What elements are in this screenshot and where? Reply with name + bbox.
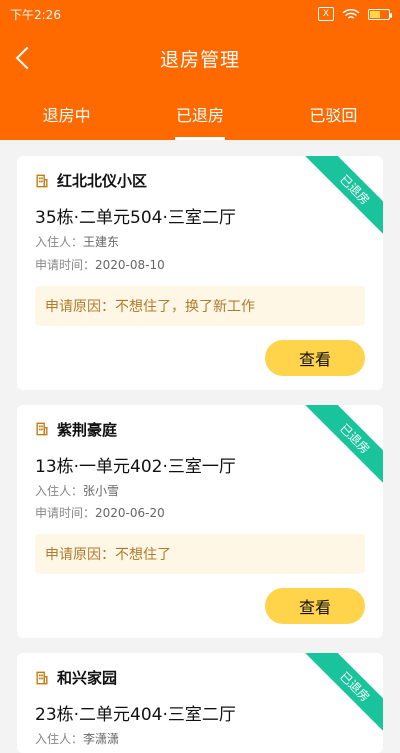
occupant-label: 入住人： bbox=[35, 235, 84, 249]
complex-name: 和兴家园 bbox=[57, 669, 118, 688]
occupant-line: 入住人：张小雪 bbox=[35, 483, 365, 500]
page-title: 退房管理 bbox=[159, 48, 240, 71]
room-info: 23栋·二单元404·三室二厅 bbox=[35, 705, 236, 726]
top-bar: 下午2:26 X 退房管理 退房中 已退房 已驳回 bbox=[0, 0, 400, 140]
complex-name: 紫荆豪庭 bbox=[57, 420, 118, 439]
apply-time-label: 申请时间： bbox=[35, 506, 96, 521]
card-header: 红北北仪小区 bbox=[35, 170, 365, 191]
apply-time-label: 申请时间： bbox=[35, 257, 96, 272]
apply-time-line: 申请时间：2020-06-20 bbox=[35, 505, 365, 522]
reason-text: 不想住了 bbox=[115, 547, 171, 564]
building-icon bbox=[36, 174, 48, 187]
card-actions: 查看 bbox=[35, 588, 365, 625]
tab-checking-out[interactable]: 退房中 bbox=[0, 88, 133, 140]
chevron-left-icon[interactable] bbox=[12, 43, 42, 73]
reason-box: 申请原因：不想住了 bbox=[35, 534, 365, 575]
room-info: 35栋·二单元504·三室二厅 bbox=[35, 208, 236, 228]
status-time: 下午2:26 bbox=[10, 7, 61, 22]
apply-time-line: 申请时间：2020-08-10 bbox=[35, 257, 365, 274]
tab-bar: 退房中 已退房 已驳回 bbox=[0, 88, 400, 140]
view-button[interactable]: 查看 bbox=[265, 339, 365, 376]
apply-time-value: 2020-08-10 bbox=[95, 257, 165, 272]
checkout-card: 已退房 和兴家园 23栋·二单元404·三室二厅 入住人：李潇潇 bbox=[17, 653, 383, 753]
complex-name: 红北北仪小区 bbox=[57, 172, 148, 190]
card-header: 紫荆豪庭 bbox=[35, 419, 365, 440]
reason-label: 申请原因： bbox=[45, 298, 115, 315]
reason-label: 申请原因： bbox=[45, 547, 115, 564]
reason-box: 申请原因：不想住了，换了新工作 bbox=[35, 285, 365, 326]
occupant-label: 入住人： bbox=[35, 483, 84, 498]
reason-text: 不想住了，换了新工作 bbox=[115, 298, 255, 315]
card-header: 和兴家园 bbox=[35, 667, 365, 688]
occupant-label: 入住人： bbox=[35, 732, 84, 747]
checkout-card: 已退房 紫荆豪庭 13栋·一单元402·三室一厅 入住人：张小雪 申请时间：20… bbox=[17, 404, 383, 639]
occupant-line: 入住人：李潇潇 bbox=[35, 731, 365, 748]
checkout-card: 已退房 红北北仪小区 35栋·二单元504·三室二厅 入住人：王建东 申请时间：… bbox=[17, 156, 383, 390]
checkout-list: 已退房 红北北仪小区 35栋·二单元504·三室二厅 入住人：王建东 申请时间：… bbox=[0, 140, 400, 753]
sim-icon: X bbox=[318, 7, 334, 21]
app-header: 退房管理 bbox=[0, 28, 400, 88]
status-icons: X bbox=[318, 7, 392, 21]
wifi-icon bbox=[342, 8, 360, 19]
tab-rejected[interactable]: 已驳回 bbox=[267, 88, 400, 140]
view-button[interactable]: 查看 bbox=[265, 588, 365, 625]
occupant-name: 王建东 bbox=[83, 235, 120, 249]
card-actions: 查看 bbox=[35, 339, 365, 376]
occupant-name: 李潇潇 bbox=[83, 732, 120, 747]
status-bar: 下午2:26 X bbox=[0, 0, 400, 28]
room-info: 13栋·一单元402·三室一厅 bbox=[35, 456, 236, 477]
occupant-line: 入住人：王建东 bbox=[35, 234, 365, 251]
apply-time-value: 2020-06-20 bbox=[95, 506, 165, 521]
tab-checked-out[interactable]: 已退房 bbox=[133, 88, 266, 140]
battery-icon bbox=[368, 8, 392, 20]
occupant-name: 张小雪 bbox=[83, 483, 120, 498]
building-icon bbox=[36, 671, 48, 685]
building-icon bbox=[36, 422, 48, 436]
